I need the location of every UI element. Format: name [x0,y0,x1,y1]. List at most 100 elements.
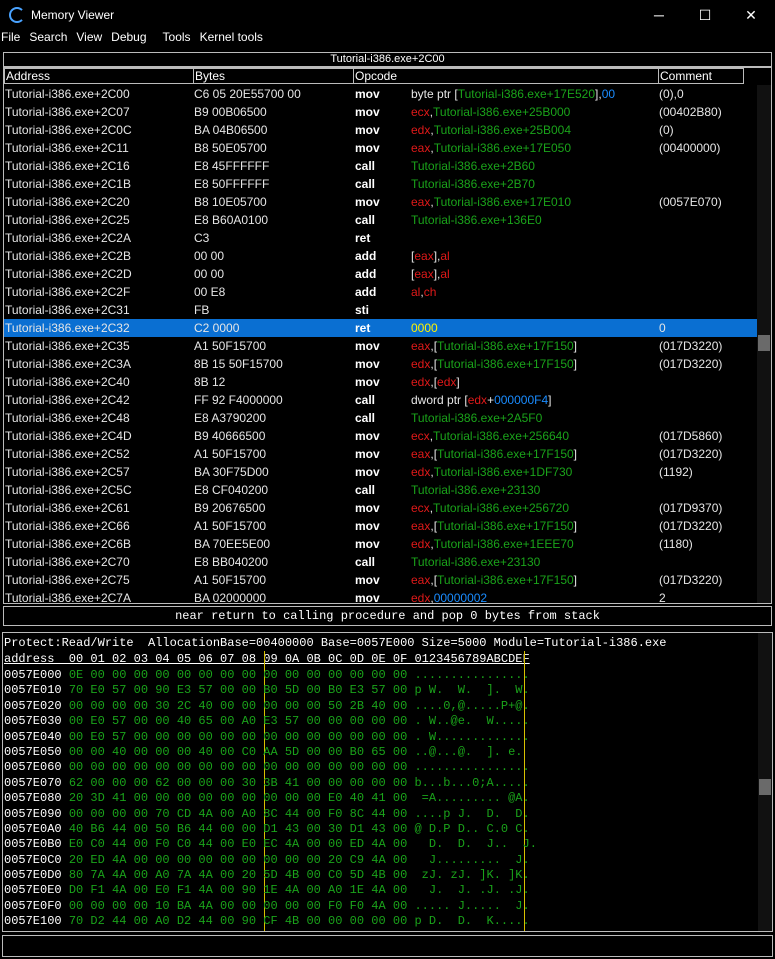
instruction-opcode: add [355,249,377,263]
instruction-address: Tutorial-i386.exe+2C11 [5,141,129,155]
hex-row[interactable]: 0057E030 00 E0 57 00 00 40 65 00 A0 E3 5… [4,714,537,729]
hex-row[interactable]: 0057E080 20 3D 41 00 00 00 00 00 00 00 0… [4,791,537,806]
disasm-row-selected[interactable]: Tutorial-i386.exe+2C32 C2 0000 ret 0000 0 [4,319,758,337]
disasm-row[interactable]: Tutorial-i386.exe+2C4D B9 40666500 mov ecx,… [4,427,758,445]
hex-scrollbar[interactable] [758,633,772,931]
hex-row[interactable]: 0057E040 00 E0 57 00 00 00 00 00 00 00 0… [4,730,537,745]
disasm-row[interactable]: Tutorial-i386.exe+2C70 E8 BB040200 call Tut… [4,553,758,571]
disasm-row[interactable]: Tutorial-i386.exe+2C3A 8B 15 50F15700 mov e… [4,355,758,373]
menu-debug[interactable]: Debug [110,30,152,44]
instruction-operands: eax,[Tutorial-i386.exe+17F150] [411,517,577,535]
operand-token: ] [456,375,460,389]
instruction-comment: 0 [659,321,666,335]
disassembler-view[interactable]: Address Bytes Opcode Comment Tutorial-i3… [3,67,772,604]
hex-row[interactable]: 0057E0F0 00 00 00 00 10 BA 4A 00 00 00 0… [4,899,537,914]
instruction-bytes: 00 E8 [194,285,226,299]
hex-row[interactable]: 0057E0D0 80 7A 4A 00 A0 7A 4A 00 20 5D 4… [4,868,537,883]
disasm-row[interactable]: Tutorial-i386.exe+2C25 E8 B60A0100 call Tut… [4,211,758,229]
disasm-row[interactable]: Tutorial-i386.exe+2C2D 00 00 add [eax],al [4,265,758,283]
hex-row[interactable]: 0057E060 00 00 00 00 00 00 00 00 00 00 0… [4,760,537,775]
hex-bytes: 00 00 40 00 00 00 40 00 C0 AA 5D 00 00 B… [68,744,408,759]
hex-row[interactable]: 0057E100 70 D2 44 00 A0 D2 44 00 90 CF 4… [4,914,537,929]
instruction-comment: (1192) [659,465,693,479]
instruction-bytes: BA 30F75D00 [194,465,269,479]
disasm-scroll-thumb[interactable] [758,335,770,351]
disasm-row[interactable]: Tutorial-i386.exe+2C2F 00 E8 add al,ch [4,283,758,301]
disasm-row[interactable]: Tutorial-i386.exe+2C61 B9 20676500 mov ecx,… [4,499,758,517]
instruction-address: Tutorial-i386.exe+2C3A [5,357,131,371]
maximize-button[interactable]: ☐ [682,0,728,30]
disasm-row[interactable]: Tutorial-i386.exe+2C66 A1 50F15700 mov eax,… [4,517,758,535]
menu-tools[interactable]: Tools [162,30,197,44]
hex-row[interactable]: 0057E0A0 40 B6 44 00 50 B6 44 00 00 D1 4… [4,822,537,837]
hex-scroll-thumb[interactable] [759,779,771,795]
instruction-comment: (017D5860) [659,429,723,443]
col-header-bytes[interactable]: Bytes [193,68,354,84]
disasm-row[interactable]: Tutorial-i386.exe+2C11 B8 50E05700 mov eax,… [4,139,758,157]
disasm-row[interactable]: Tutorial-i386.exe+2C00 C6 05 20E55700 00 m… [4,85,758,103]
disasm-row[interactable]: Tutorial-i386.exe+2C1B E8 50FFFFFF call Tut… [4,175,758,193]
operand-token: Tutorial-i386.exe+1EEE70 [433,537,574,551]
disasm-row[interactable]: Tutorial-i386.exe+2C35 A1 50F15700 mov eax,… [4,337,758,355]
disasm-row[interactable]: Tutorial-i386.exe+2C7A BA 02000000 mov edx,… [4,589,758,604]
col-header-address[interactable]: Address [4,68,194,84]
hex-view[interactable]: Protect:Read/Write AllocationBase=004000… [2,632,773,932]
hex-ascii: p D. D. K..... [414,914,530,929]
operand-token: al [440,267,450,281]
hex-address: 0057E090 [4,806,62,821]
disasm-row[interactable]: Tutorial-i386.exe+2C2A C3 ret [4,229,758,247]
disasm-row[interactable]: Tutorial-i386.exe+2C40 8B 12 mov edx,[edx] [4,373,758,391]
disasm-row[interactable]: Tutorial-i386.exe+2C16 E8 45FFFFFF call Tut… [4,157,758,175]
disasm-scrollbar[interactable] [757,85,771,603]
col-header-comment[interactable]: Comment [658,68,744,84]
menu-view[interactable]: View [75,30,108,44]
disasm-row[interactable]: Tutorial-i386.exe+2C52 A1 50F15700 mov eax,… [4,445,758,463]
hex-address: 0057E050 [4,744,62,759]
disasm-row[interactable]: Tutorial-i386.exe+2C2B 00 00 add [eax],al [4,247,758,265]
hex-row[interactable]: 0057E0C0 20 ED 4A 00 00 00 00 00 00 00 0… [4,853,537,868]
instruction-operands: al,ch [411,283,436,301]
instruction-opcode: add [355,267,377,281]
hex-row[interactable]: 0057E050 00 00 40 00 00 00 40 00 C0 AA 5… [4,745,537,760]
hex-ascii: @ D.P D.. C.0 C. [414,821,530,836]
instruction-bytes: 00 00 [194,267,225,281]
hex-bytes: 00 00 00 00 70 CD 4A 00 A0 8C 44 00 F0 8… [68,806,408,821]
hex-row[interactable]: 0057E070 62 00 00 00 62 00 00 00 30 3B 4… [4,776,537,791]
disasm-row[interactable]: Tutorial-i386.exe+2C6B BA 70EE5E00 mov edx,… [4,535,758,553]
instruction-operands: Tutorial-i386.exe+136E0 [411,211,542,229]
instruction-address: Tutorial-i386.exe+2C61 [5,501,130,515]
disasm-row[interactable]: Tutorial-i386.exe+2C42 FF 92 F4000000 call… [4,391,758,409]
instruction-opcode: mov [355,375,380,389]
minimize-button[interactable]: ─ [636,0,682,30]
disasm-row[interactable]: Tutorial-i386.exe+2C5C E8 CF040200 call Tut… [4,481,758,499]
instruction-operands: edx,Tutorial-i386.exe+1EEE70 [411,535,574,553]
col-header-opcode[interactable]: Opcode [353,68,659,84]
hex-row[interactable]: 0057E020 00 00 00 00 30 2C 40 00 00 00 0… [4,699,537,714]
hex-address: 0057E0B0 [4,837,62,852]
operand-token: al [440,249,450,263]
instruction-bytes: E8 50FFFFFF [194,177,270,191]
disasm-row[interactable]: Tutorial-i386.exe+2C20 B8 10E05700 mov eax,… [4,193,758,211]
instruction-comment: (017D3220) [659,357,723,371]
disasm-row[interactable]: Tutorial-i386.exe+2C48 E8 A3790200 call Tut… [4,409,758,427]
disasm-row[interactable]: Tutorial-i386.exe+2C07 B9 00B06500 mov ecx,… [4,103,758,121]
operand-token: edx [411,591,431,604]
menu-file[interactable]: File [0,30,26,44]
menu-search[interactable]: Search [28,30,73,44]
hex-ascii: ................ [414,760,530,775]
instruction-opcode: mov [355,501,380,515]
hex-row[interactable]: 0057E0E0 D0 F1 4A 00 E0 F1 4A 00 90 1E 4… [4,883,537,898]
hex-row[interactable]: 0057E0B0 E0 C0 44 00 F0 C0 44 00 E0 EC 4… [4,837,537,852]
disasm-row[interactable]: Tutorial-i386.exe+2C0C BA 04B06500 mov edx,… [4,121,758,139]
hex-row[interactable]: 0057E010 70 E0 57 00 90 E3 57 00 00 B0 5… [4,683,537,698]
disasm-row[interactable]: Tutorial-i386.exe+2C31 FB sti [4,301,758,319]
menu-kernel-tools[interactable]: Kernel tools [199,30,269,44]
hex-row[interactable]: 0057E000 0E 00 00 00 00 00 00 00 00 00 0… [4,668,537,683]
instruction-operands: eax,Tutorial-i386.exe+17E010 [411,193,571,211]
close-button[interactable]: ✕ [728,0,774,30]
instruction-address: Tutorial-i386.exe+2C35 [5,339,130,353]
disasm-row[interactable]: Tutorial-i386.exe+2C57 BA 30F75D00 mov edx,… [4,463,758,481]
disasm-row[interactable]: Tutorial-i386.exe+2C75 A1 50F15700 mov eax,… [4,571,758,589]
hex-row[interactable]: 0057E090 00 00 00 00 70 CD 4A 00 A0 8C 4… [4,807,537,822]
instruction-operands: edx,Tutorial-i386.exe+1DF730 [411,463,572,481]
